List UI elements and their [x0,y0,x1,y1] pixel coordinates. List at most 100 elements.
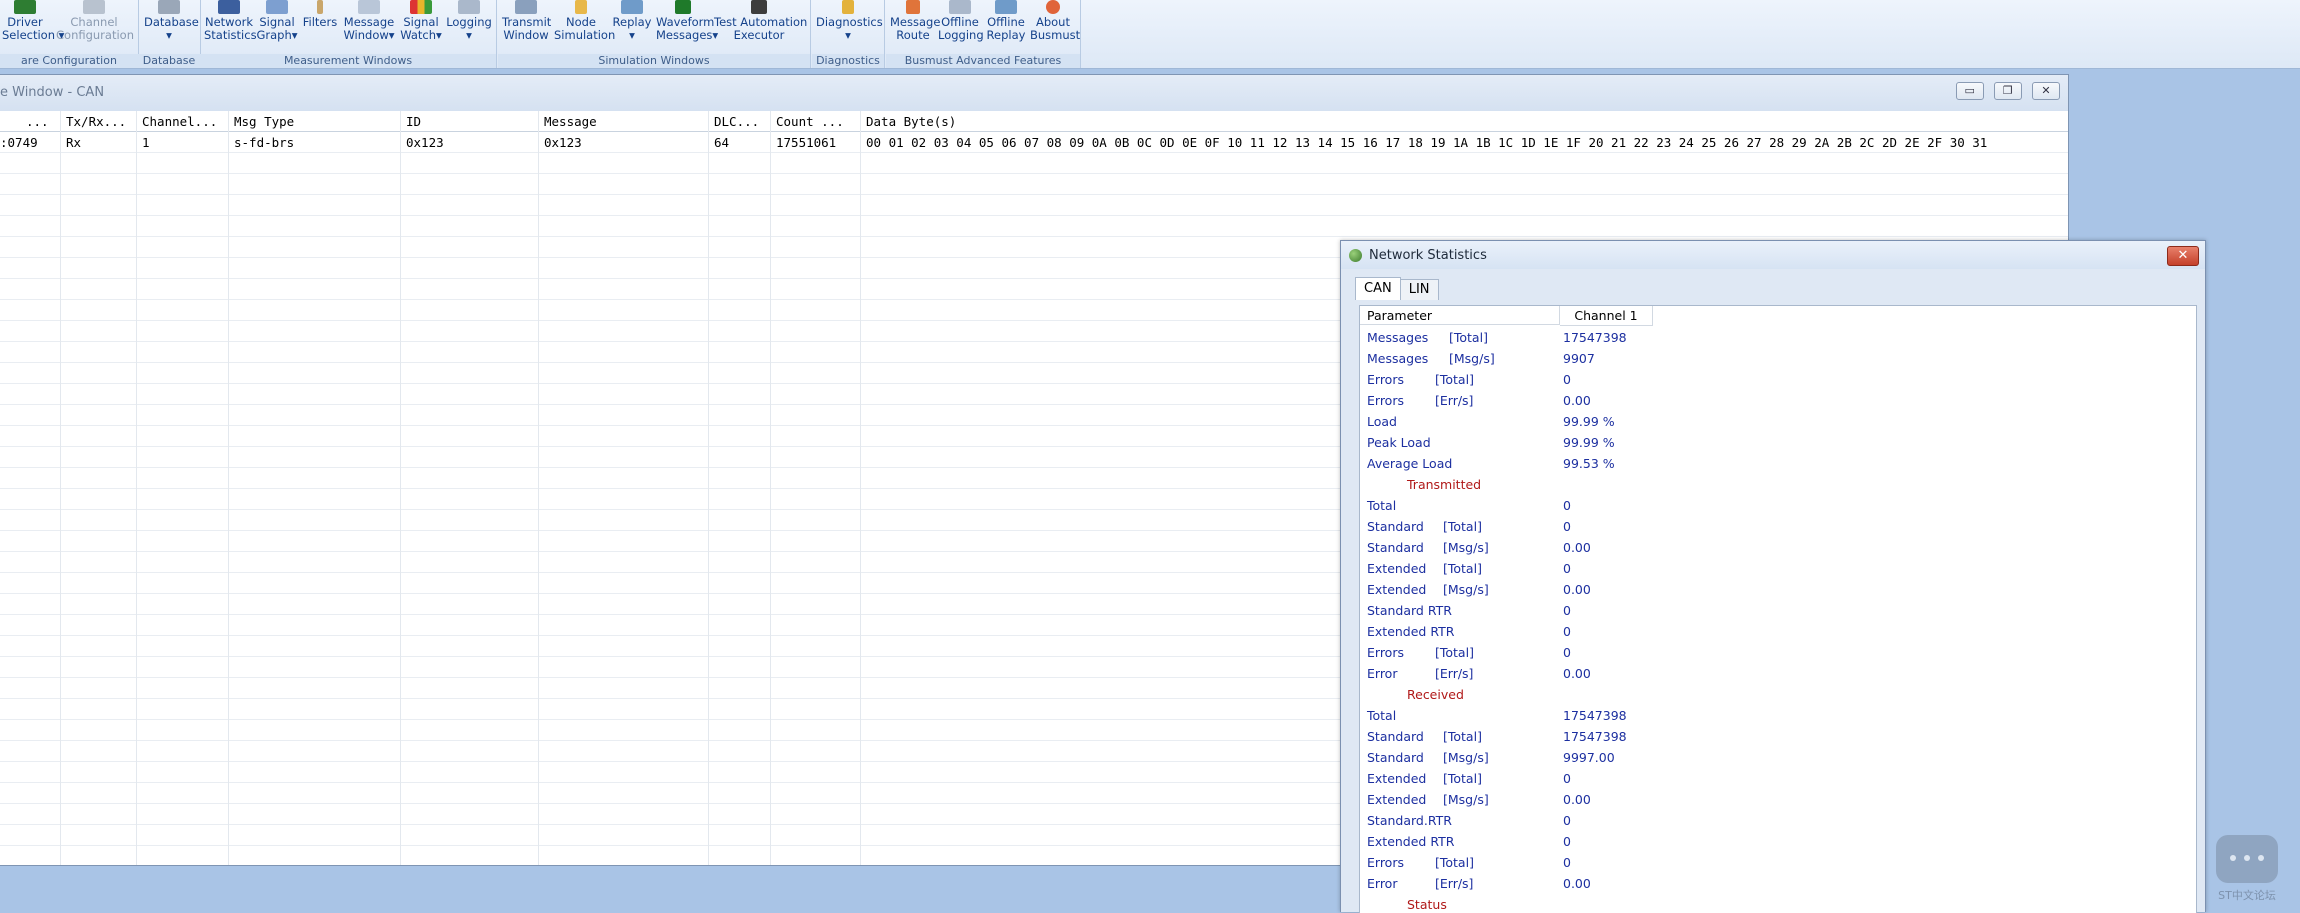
stat-row[interactable]: Standard [Total] 0 [1360,516,2196,537]
stat-row[interactable]: Extended [Total] 0 [1360,558,2196,579]
waveform-messages-button[interactable]: Waveform Messages▾ [656,0,718,54]
network-statistics-window: Network Statistics ✕ CAN LIN Parameter Ch… [1340,240,2206,913]
statistics-rows: Messages [Total] 17547398 Messages [Msg/s] 99… [1360,327,2196,913]
signal-watch-button[interactable]: Signal Watch▾ [400,0,442,54]
offline-logging-icon [949,0,971,14]
stat-parameter-name: Extended [1367,561,1427,576]
transmit-icon [515,0,537,14]
stat-row[interactable]: Total 0 [1360,495,2196,516]
replay-button[interactable]: Replay ▾ [612,0,652,54]
close-button[interactable]: ✕ [2167,246,2199,266]
message-route-button[interactable]: Message Route [890,0,940,54]
column-header-count[interactable]: Count ... [770,111,861,131]
diagnostics-button[interactable]: Diagnostics ▾ [816,0,883,54]
filters-button[interactable]: Filters [302,0,338,54]
tab-lin[interactable]: LIN [1399,279,1439,300]
restore-button[interactable]: ❐ [1993,82,2022,100]
offline-logging-button[interactable]: Offline Logging [938,0,984,54]
stat-row[interactable]: Extended RTR 0 [1360,831,2196,852]
test-automation-executor-button[interactable]: Test Automation Executor [714,0,807,54]
stat-row[interactable]: Error [Err/s] 0.00 [1360,873,2196,894]
cell-message: 0x123 [544,135,582,150]
signal-graph-button[interactable]: Signal Graph▾ [256,0,298,54]
stat-row[interactable]: Error [Err/s] 0.00 [1360,663,2196,684]
stat-row[interactable]: Standard [Total] 17547398 [1360,726,2196,747]
ribbon-group-label: Measurement Windows [200,54,496,68]
ribbon-group-label: are Configuration [0,54,138,68]
table-row[interactable]: :0749 Rx 1 s-fd-brs 0x123 0x123 64 17551… [0,132,2068,152]
column-header-parameter[interactable]: Parameter [1360,306,1560,325]
logging-button[interactable]: Logging ▾ [446,0,492,54]
stat-value: 17547398 [1563,708,1627,723]
message-window-titlebar[interactable]: e Window - CAN ▭ ❐ ✕ [0,75,2068,112]
network-statistics-button[interactable]: Network Statistics [204,0,257,54]
stat-unit: [Total] [1449,330,1488,345]
stat-row[interactable]: Standard.RTR 0 [1360,810,2196,831]
stat-row[interactable]: Extended RTR 0 [1360,621,2196,642]
stat-row[interactable]: Errors [Total] 0 [1360,369,2196,390]
stat-value: 9997.00 [1563,750,1615,765]
stat-value: 0 [1563,855,1571,870]
stat-row[interactable]: Extended [Total] 0 [1360,768,2196,789]
column-header-id[interactable]: ID [400,111,539,131]
message-window-button[interactable]: Message Window▾ [342,0,396,54]
close-button[interactable]: ✕ [2032,82,2060,100]
stat-row[interactable]: Extended [Msg/s] 0.00 [1360,579,2196,600]
stat-row[interactable]: Load 99.99 % [1360,411,2196,432]
driver-selection-button[interactable]: Driver Selection ▾ [2,0,64,54]
ribbon-toolbar: Driver Selection ▾ Channel Configuration… [0,0,2300,69]
stat-parameter-name: Messages [1367,351,1429,366]
statistics-table: Parameter Channel 1 Messages [Total] 17547… [1359,305,2197,913]
stat-row[interactable]: Errors [Err/s] 0.00 [1360,390,2196,411]
stat-row[interactable]: Average Load 99.53 % [1360,453,2196,474]
ribbon-group-diagnostics: Diagnostics ▾ Diagnostics [812,0,885,68]
stat-row[interactable]: Standard [Msg/s] 0.00 [1360,537,2196,558]
column-header-channel-1[interactable]: Channel 1 [1560,306,1653,326]
channel-config-icon [83,0,105,14]
stat-row[interactable]: Messages [Total] 17547398 [1360,327,2196,348]
stat-row[interactable]: Standard [Msg/s] 9997.00 [1360,747,2196,768]
stat-section-heading[interactable]: Transmitted [1360,474,2196,495]
stat-value: 0.00 [1563,582,1591,597]
stat-value: 0.00 [1563,666,1591,681]
stat-row[interactable]: Total 17547398 [1360,705,2196,726]
stat-row[interactable]: Errors [Total] 0 [1360,852,2196,873]
column-header-txrx[interactable]: Tx/Rx... [60,111,137,131]
stat-row[interactable]: Messages [Msg/s] 9907 [1360,348,2196,369]
stat-value: 0 [1563,519,1571,534]
column-header-dlc[interactable]: DLC... [708,111,771,131]
offline-replay-button[interactable]: Offline Replay [984,0,1028,54]
stat-parameter-name: Errors [1367,855,1404,870]
stat-parameter-name: Standard [1367,519,1424,534]
stat-value: 0 [1563,834,1571,849]
about-icon [1046,0,1060,14]
node-simulation-button[interactable]: Node Simulation [554,0,615,54]
cell-msg-type: s-fd-brs [234,135,295,150]
stat-value: 0 [1563,624,1571,639]
about-busmust-button[interactable]: About Busmust [1030,0,1080,54]
tab-can[interactable]: CAN [1355,277,1401,300]
node-simulation-icon [575,0,587,14]
column-header-data-bytes[interactable]: Data Byte(s) [860,111,2067,131]
network-statistics-titlebar[interactable]: Network Statistics ✕ [1341,241,2205,269]
waveform-icon [675,0,691,14]
column-header-msg-type[interactable]: Msg Type [228,111,401,131]
stat-row[interactable]: Peak Load 99.99 % [1360,432,2196,453]
stat-section-heading[interactable]: Status [1360,894,2196,913]
column-header-channel[interactable]: Channel... [136,111,229,131]
stat-parameter-name: Peak Load [1367,435,1431,450]
minimize-button[interactable]: ▭ [1955,82,1984,100]
stat-section-heading[interactable]: Received [1360,684,2196,705]
database-button[interactable]: Database ▾ [144,0,199,54]
stat-parameter-name: Messages [1367,330,1429,345]
ribbon-group-simulation-windows: Transmit Window Node Simulation Replay ▾… [498,0,811,68]
channel-configuration-button[interactable]: Channel Configuration [56,0,134,54]
message-window-title: e Window - CAN [0,85,105,100]
stat-row[interactable]: Extended [Msg/s] 0.00 [1360,789,2196,810]
stat-parameter-name: Load [1367,414,1397,429]
transmit-window-button[interactable]: Transmit Window [502,0,551,54]
column-header-time[interactable]: ... [0,111,61,131]
stat-row[interactable]: Errors [Total] 0 [1360,642,2196,663]
stat-row[interactable]: Standard RTR 0 [1360,600,2196,621]
column-header-message[interactable]: Message [538,111,709,131]
